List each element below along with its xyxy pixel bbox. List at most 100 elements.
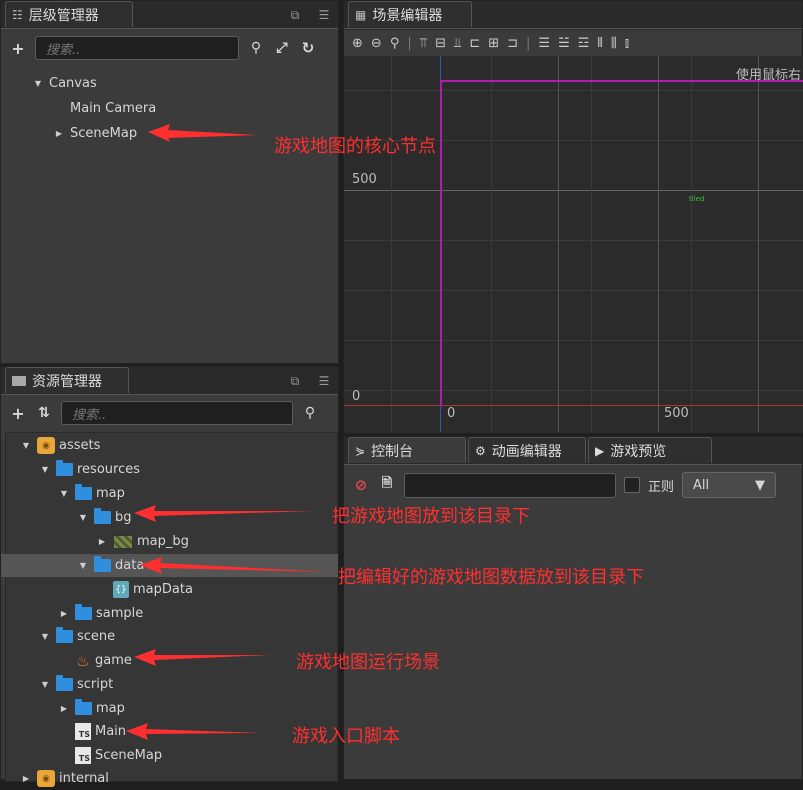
console-filter-input[interactable] <box>404 472 616 498</box>
tree-item-main[interactable]: TS Main <box>1 720 338 743</box>
regex-label: 正则 <box>648 479 675 495</box>
tree-item-data[interactable]: ▼ data <box>1 554 338 577</box>
add-icon[interactable]: + <box>9 404 27 423</box>
console-icon: ⋟ <box>355 443 366 458</box>
scene-icon: ▦ <box>355 7 367 22</box>
collapse-arrow-icon[interactable]: ▼ <box>40 465 50 475</box>
node-label: Main Camera <box>70 101 157 116</box>
item-label: game <box>95 653 132 668</box>
tree-item-sample[interactable]: ▶ sample <box>1 602 338 625</box>
distribute-vcenter-icon[interactable]: ☱ <box>558 36 570 51</box>
align-vcenter-icon[interactable]: ⊟ <box>435 36 446 51</box>
tree-item-scene[interactable]: ▼ scene <box>1 625 338 648</box>
tab-animation-editor[interactable]: ⚙ 动画编辑器 <box>468 437 586 463</box>
expand-arrow-icon[interactable]: ▶ <box>59 609 69 619</box>
add-icon[interactable]: + <box>9 39 27 58</box>
collapse-arrow-icon[interactable]: ▼ <box>33 79 43 89</box>
image-icon <box>113 534 133 549</box>
menu-icon[interactable]: ☰ <box>316 7 332 23</box>
tree-item-assets[interactable]: ▼ ◉ assets <box>1 434 338 457</box>
item-label: scene <box>77 629 116 644</box>
tree-item-script[interactable]: ▼ script <box>1 673 338 696</box>
console-toolbar: ⊘ 🗎 正则 All ▼ <box>344 468 802 502</box>
collapse-arrow-icon[interactable]: ▼ <box>40 632 50 642</box>
sort-icon[interactable]: ⇅ <box>35 404 53 422</box>
folder-icon <box>94 556 111 572</box>
open-log-icon[interactable]: 🗎 <box>378 476 396 494</box>
level-filter-select[interactable]: All ▼ <box>682 472 777 498</box>
y-axis-label-0: 0 <box>352 389 361 404</box>
clear-icon[interactable]: ⊘ <box>352 476 370 494</box>
collapse-arrow-icon[interactable]: ▼ <box>59 489 69 499</box>
tree-item-map[interactable]: ▼ map <box>1 482 338 505</box>
separator-icon: | <box>407 35 412 51</box>
expand-arrow-icon[interactable]: ▶ <box>59 704 69 714</box>
distribute-top-icon[interactable]: ☰ <box>538 36 550 51</box>
zoom-reset-icon[interactable]: ⚲ <box>390 36 400 51</box>
align-right-icon[interactable]: ⊐ <box>507 36 518 51</box>
collapse-arrow-icon[interactable]: ▼ <box>78 561 88 571</box>
item-label: Main <box>95 724 127 739</box>
zoom-in-icon[interactable]: ⊕ <box>352 36 363 51</box>
console-panel: ⋟ 控制台 ⚙ 动画编辑器 ▶ 游戏预览 ⊘ 🗎 正则 All ▼ <box>343 436 803 780</box>
expand-arrow-icon[interactable]: ▶ <box>21 774 31 784</box>
node-label: SceneMap <box>70 126 138 141</box>
search-icon[interactable]: ⚲ <box>247 39 265 57</box>
tree-node-main-camera[interactable]: Main Camera <box>1 97 338 120</box>
item-label: SceneMap <box>95 748 163 763</box>
grid-line <box>391 56 392 432</box>
distribute-left-icon[interactable]: ⫴ <box>597 36 602 51</box>
search-icon[interactable]: ⚲ <box>301 404 319 422</box>
scene-node-label[interactable]: tiled <box>689 195 704 203</box>
annotation-main: 游戏入口脚本 <box>292 726 400 747</box>
zoom-out-icon[interactable]: ⊖ <box>371 36 382 51</box>
distribute-bottom-icon[interactable]: ☲ <box>578 36 590 51</box>
hierarchy-panel: ☷ 层级管理器 ⧉ ☰ + 搜索.. ⚲ ⤢ ↻ ▼ Canvas Main C… <box>0 0 339 364</box>
y-axis-label-500: 500 <box>352 172 377 187</box>
tree-item-script-map[interactable]: ▶ map <box>1 697 338 720</box>
assets-tab[interactable]: 资源管理器 <box>5 367 129 393</box>
maximize-icon[interactable]: ⧉ <box>287 7 303 23</box>
select-value: All <box>693 477 710 493</box>
tree-item-internal[interactable]: ▶ ◉ internal <box>1 767 338 790</box>
tree-item-bg[interactable]: ▼ bg <box>1 506 338 529</box>
scene-toolbar: ⊕ ⊖ ⚲ | ⫪ ⊟ ⫫ ⊏ ⊞ ⊐ | ☰ ☱ ☲ ⫴ ⫼ ⫾ <box>344 30 802 56</box>
tree-item-resources[interactable]: ▼ resources <box>1 458 338 481</box>
hierarchy-search-input[interactable]: 搜索.. <box>35 36 239 60</box>
typescript-icon: TS <box>75 747 91 764</box>
tree-item-map-bg[interactable]: ▶ map_bg <box>1 530 338 553</box>
tree-item-scenemap-script[interactable]: TS SceneMap <box>1 744 338 767</box>
tree-node-canvas[interactable]: ▼ Canvas <box>1 72 338 95</box>
tab-game-preview[interactable]: ▶ 游戏预览 <box>588 437 712 463</box>
assets-db-icon: ◉ <box>37 770 55 787</box>
distribute-right-icon[interactable]: ⫾ <box>625 36 629 51</box>
regex-checkbox[interactable] <box>624 477 640 493</box>
item-label: sample <box>96 606 144 621</box>
tab-console[interactable]: ⋟ 控制台 <box>348 437 466 463</box>
collapse-arrow-icon[interactable]: ▼ <box>21 441 31 451</box>
item-label: mapData <box>133 582 193 597</box>
menu-icon[interactable]: ☰ <box>316 373 332 389</box>
scene-editor-tab[interactable]: ▦ 场景编辑器 <box>348 1 472 27</box>
item-label: map <box>96 486 125 501</box>
expand-icon[interactable]: ⤢ <box>273 39 291 57</box>
align-hcenter-icon[interactable]: ⊞ <box>488 36 499 51</box>
align-bottom-icon[interactable]: ⫫ <box>454 36 461 51</box>
expand-arrow-icon[interactable]: ▶ <box>97 537 107 547</box>
collapse-arrow-icon[interactable]: ▼ <box>78 513 88 523</box>
align-top-icon[interactable]: ⫪ <box>420 36 427 51</box>
collapse-arrow-icon[interactable]: ▼ <box>40 680 50 690</box>
align-left-icon[interactable]: ⊏ <box>469 36 480 51</box>
assets-search-input[interactable]: 搜索.. <box>61 401 293 425</box>
tree-item-game[interactable]: ♨ game <box>1 649 338 672</box>
expand-arrow-icon[interactable]: ▶ <box>54 129 64 139</box>
tree-item-mapdata[interactable]: {} mapData <box>1 578 338 601</box>
item-label: map <box>96 701 125 716</box>
hierarchy-tab[interactable]: ☷ 层级管理器 <box>5 1 133 27</box>
maximize-icon[interactable]: ⧉ <box>287 373 303 389</box>
scene-canvas[interactable]: 使用鼠标右 500 0 0 500 tiled <box>344 56 803 432</box>
distribute-hcenter-icon[interactable]: ⫼ <box>611 36 617 51</box>
refresh-icon[interactable]: ↻ <box>299 39 317 57</box>
camera-icon: ▶ <box>595 443 605 458</box>
annotation-game: 游戏地图运行场景 <box>296 652 440 673</box>
